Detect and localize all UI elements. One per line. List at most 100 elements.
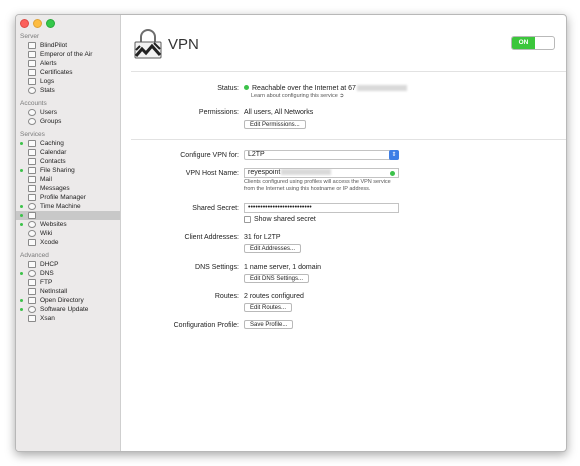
status-indicator xyxy=(244,85,249,90)
chevron-updown-icon: ⇕ xyxy=(389,150,399,160)
save-profile-button[interactable]: Save Profile... xyxy=(244,320,294,329)
show-secret-label: Show shared secret xyxy=(254,216,316,223)
calendar-icon xyxy=(28,149,36,156)
sidebar-item-label: Alerts xyxy=(40,60,57,67)
sidebar-item[interactable]: NetInstall xyxy=(16,287,120,296)
host-valid-indicator xyxy=(390,171,395,176)
service-active-dot xyxy=(20,142,23,145)
routes-value: 2 routes configured xyxy=(244,293,304,300)
sidebar-item-label: Wiki xyxy=(40,230,53,237)
sidebar-item[interactable]: Websites xyxy=(16,220,120,229)
profile-label: Configuration Profile: xyxy=(173,322,239,329)
certificate-icon xyxy=(28,69,36,76)
software-update-icon xyxy=(28,306,36,313)
sidebar-item-label: Messages xyxy=(40,185,70,192)
service-active-dot xyxy=(20,214,23,217)
vpn-on-toggle[interactable]: ON xyxy=(511,36,555,50)
arrow-circle-icon: ➲ xyxy=(339,93,344,99)
sidebar-item-label: Emperor of the Air xyxy=(40,51,93,58)
sidebar-item[interactable]: Profile Manager xyxy=(16,193,120,202)
server-app-window: Server BlindPilot Emperor of the Air Alerts… xyxy=(15,14,567,452)
edit-dns-button[interactable]: Edit DNS Settings... xyxy=(244,274,310,283)
status-value: Reachable over the Internet at 67 xyxy=(244,85,407,92)
close-window-button[interactable] xyxy=(20,19,29,28)
sidebar-item[interactable]: Groups xyxy=(16,117,120,126)
open-directory-icon xyxy=(28,297,36,304)
sidebar-item-label: Profile Manager xyxy=(40,194,86,201)
sidebar-item[interactable]: Stats xyxy=(16,86,120,95)
sidebar-item[interactable]: Contacts xyxy=(16,157,120,166)
sidebar-item[interactable] xyxy=(16,211,120,220)
wiki-icon xyxy=(28,230,36,237)
sidebar-item-label: Users xyxy=(40,109,57,116)
sidebar-item[interactable]: Certificates xyxy=(16,68,120,77)
messages-icon xyxy=(28,185,36,192)
xsan-icon xyxy=(28,315,36,322)
shared-secret-value: •••••••••••••••••••••••••• xyxy=(248,204,312,211)
xcode-icon xyxy=(28,239,36,246)
sidebar-item-label: DHCP xyxy=(40,261,59,268)
service-active-dot xyxy=(20,205,23,208)
learn-link-text: Learn about configuring this service xyxy=(251,93,338,99)
sidebar-item[interactable]: Emperor of the Air xyxy=(16,50,120,59)
zoom-window-button[interactable] xyxy=(46,19,55,28)
sidebar-item-label: Xsan xyxy=(40,315,55,322)
sidebar-item-label: Software Update xyxy=(40,306,89,313)
logs-icon xyxy=(28,78,36,85)
sidebar-section-header: Services xyxy=(20,131,45,138)
sidebar-item[interactable]: Mail xyxy=(16,175,120,184)
edit-permissions-button[interactable]: Edit Permissions... xyxy=(244,120,306,129)
sidebar-item[interactable]: Messages xyxy=(16,184,120,193)
sidebar-item[interactable]: Time Machine xyxy=(16,202,120,211)
sidebar-item[interactable]: BlindPilot xyxy=(16,41,120,50)
sidebar-item[interactable]: Software Update xyxy=(16,305,120,314)
file-sharing-icon xyxy=(28,167,36,174)
dhcp-icon xyxy=(28,261,36,268)
permissions-value: All users, All Networks xyxy=(244,109,314,116)
sidebar-item[interactable]: Alerts xyxy=(16,59,120,68)
sidebar-item[interactable]: Open Directory xyxy=(16,296,120,305)
sidebar-item-label: Stats xyxy=(40,87,55,94)
edit-routes-button[interactable]: Edit Routes... xyxy=(244,303,293,312)
netinstall-icon xyxy=(28,288,36,295)
secret-label: Shared Secret: xyxy=(192,205,239,212)
sidebar-item[interactable]: DNS xyxy=(16,269,120,278)
shared-secret-input[interactable]: •••••••••••••••••••••••••• xyxy=(244,203,399,213)
service-active-dot xyxy=(20,223,23,226)
groups-icon xyxy=(28,118,36,125)
sidebar-item-label: Mail xyxy=(40,176,52,183)
minimize-window-button[interactable] xyxy=(33,19,42,28)
sidebar-item[interactable]: File Sharing xyxy=(16,166,120,175)
host-name-input[interactable]: reyespoint xyxy=(244,168,399,178)
divider xyxy=(131,71,566,72)
websites-icon xyxy=(28,221,36,228)
status-text: Reachable over the Internet at 67 xyxy=(252,85,356,92)
server-icon xyxy=(28,42,36,49)
sidebar-item[interactable]: Xcode xyxy=(16,238,120,247)
sidebar-item[interactable]: Users xyxy=(16,108,120,117)
sidebar-item-label: Open Directory xyxy=(40,297,84,304)
edit-addresses-button[interactable]: Edit Addresses... xyxy=(244,244,302,253)
status-label: Status: xyxy=(217,85,239,92)
host-label: VPN Host Name: xyxy=(185,170,239,177)
sidebar-item[interactable]: Wiki xyxy=(16,229,120,238)
service-active-dot xyxy=(20,272,23,275)
sidebar-item[interactable]: Calendar xyxy=(16,148,120,157)
dns-icon xyxy=(28,270,36,277)
sidebar-item[interactable]: Xsan xyxy=(16,314,120,323)
sidebar-section-header: Advanced xyxy=(20,252,49,259)
sidebar-item[interactable]: DHCP xyxy=(16,260,120,269)
sidebar-list: Server BlindPilot Emperor of the Air Alerts… xyxy=(16,32,120,323)
sidebar-item[interactable]: Caching xyxy=(16,139,120,148)
users-icon xyxy=(28,109,36,116)
show-secret-checkbox[interactable] xyxy=(244,216,251,223)
permissions-label: Permissions: xyxy=(198,109,239,116)
configure-vpn-select[interactable]: L2TP ⇕ xyxy=(244,150,399,160)
routes-label: Routes: xyxy=(214,293,239,300)
sidebar-item[interactable]: Logs xyxy=(16,77,120,86)
vpn-icon xyxy=(28,212,36,219)
stats-icon xyxy=(28,87,36,94)
learn-link[interactable]: Learn about configuring this service ➲ xyxy=(251,93,344,100)
sidebar-item-label: Caching xyxy=(40,140,64,147)
sidebar-item[interactable]: FTP xyxy=(16,278,120,287)
